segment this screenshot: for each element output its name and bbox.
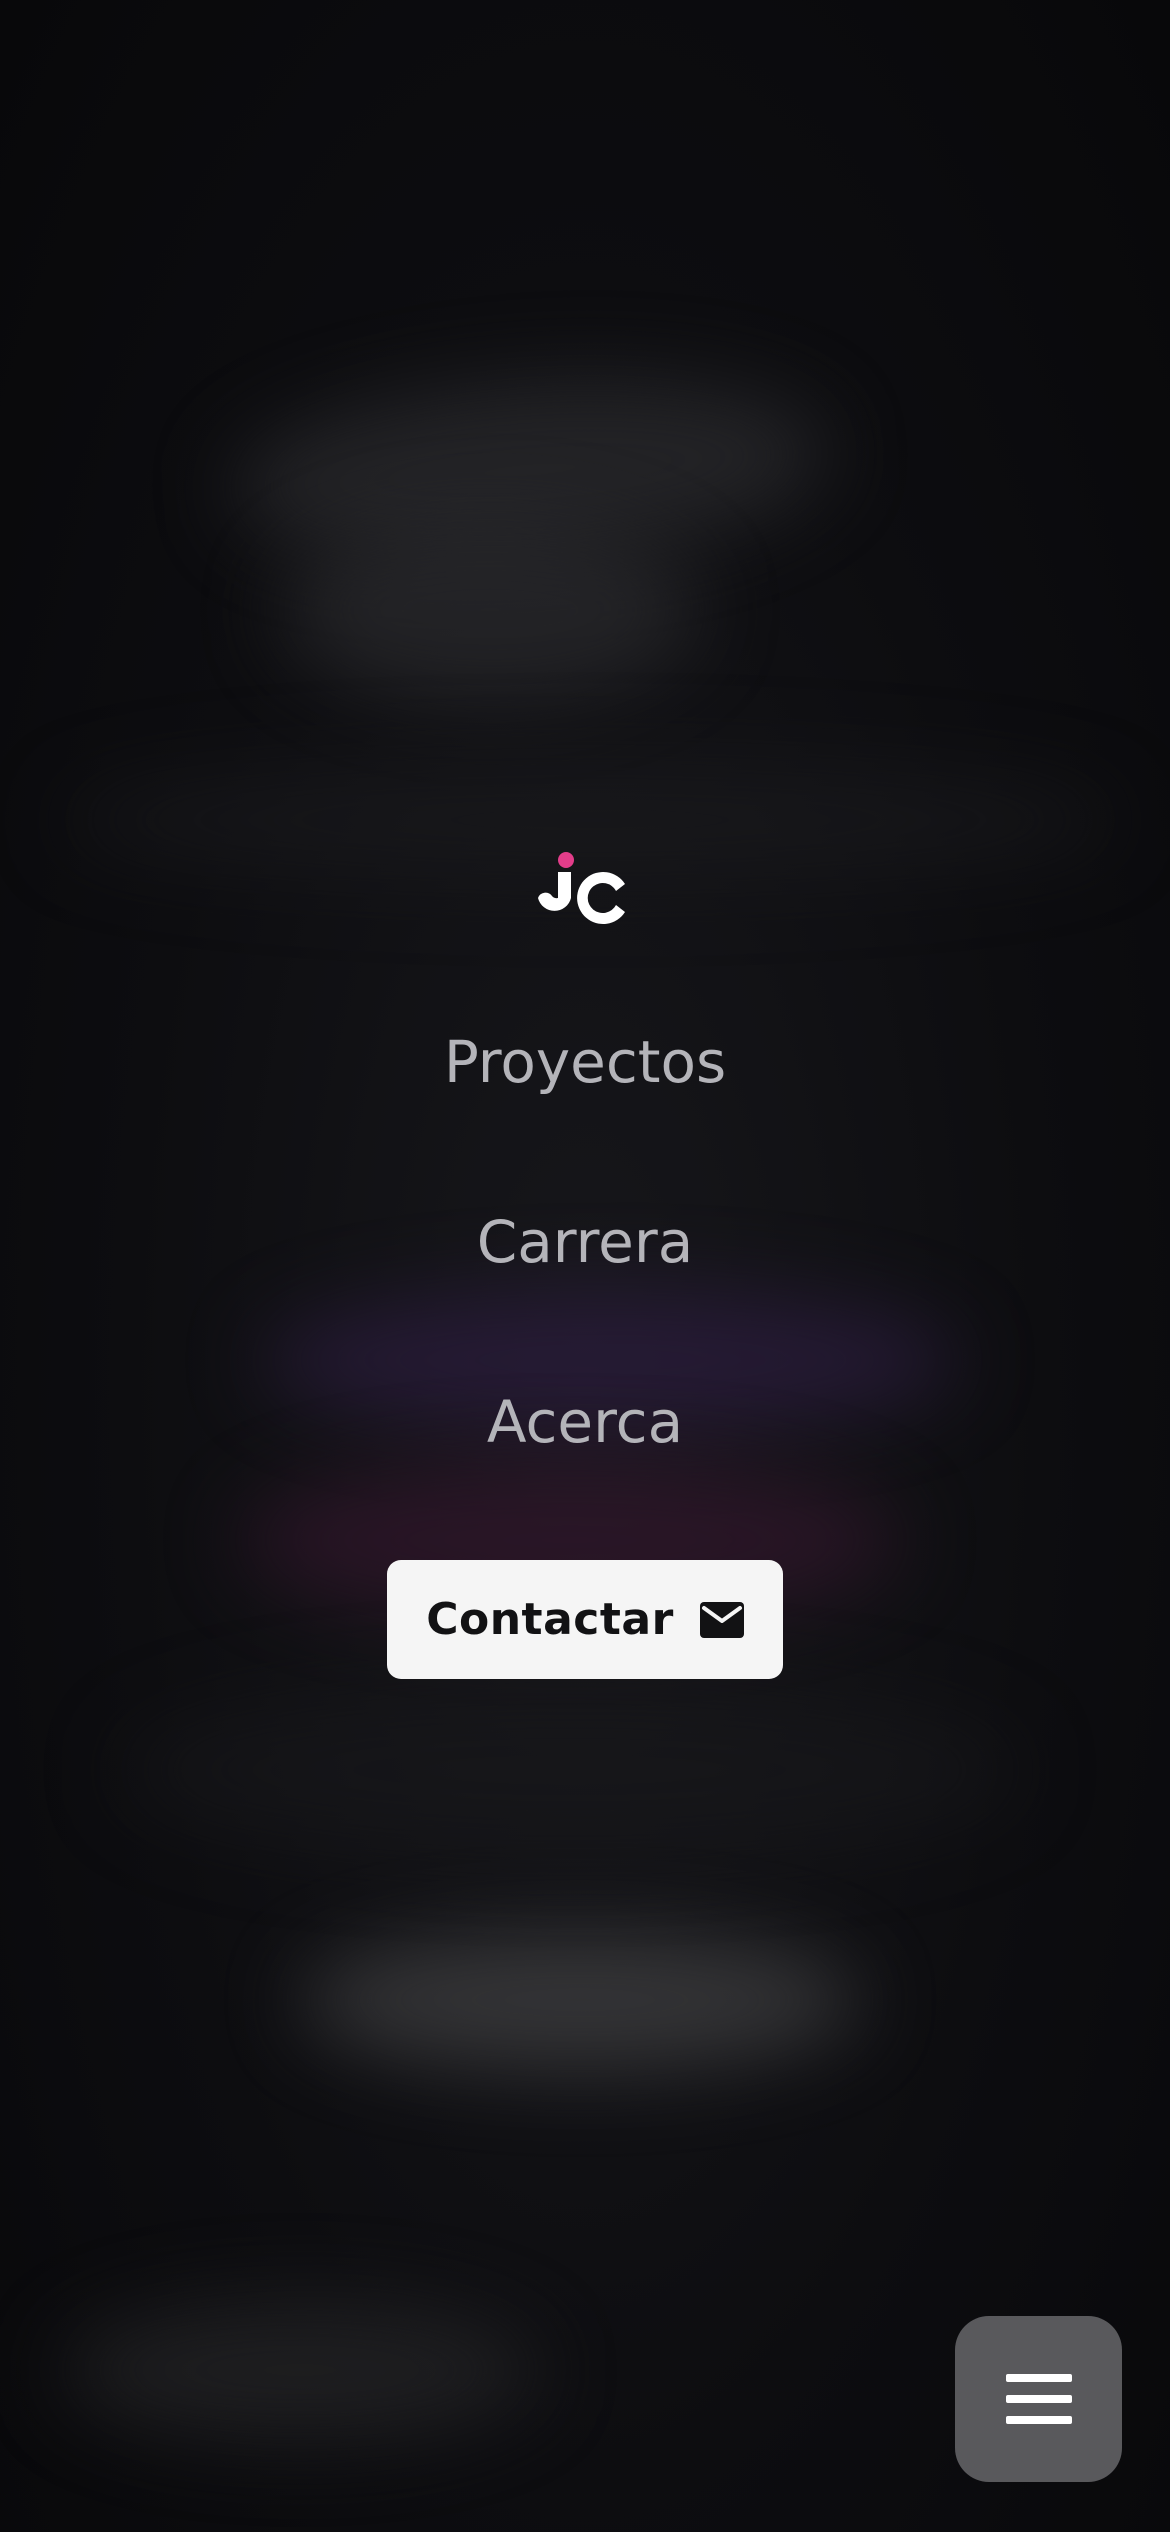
jc-logo-icon[interactable] (537, 848, 633, 928)
menu-toggle-button[interactable] (955, 2316, 1122, 2482)
nav-link-carrera[interactable]: Carrera (0, 1202, 1170, 1282)
nav-link-acerca[interactable]: Acerca (0, 1382, 1170, 1462)
hamburger-menu-icon (1005, 2374, 1072, 2424)
mobile-menu-overlay: Proyectos Carrera Acerca Contactar (0, 0, 1170, 2532)
mail-icon (699, 1601, 744, 1638)
contact-button-label: Contactar (426, 1594, 674, 1645)
nav-link-proyectos[interactable]: Proyectos (0, 1022, 1170, 1102)
contact-button[interactable]: Contactar (387, 1560, 783, 1679)
